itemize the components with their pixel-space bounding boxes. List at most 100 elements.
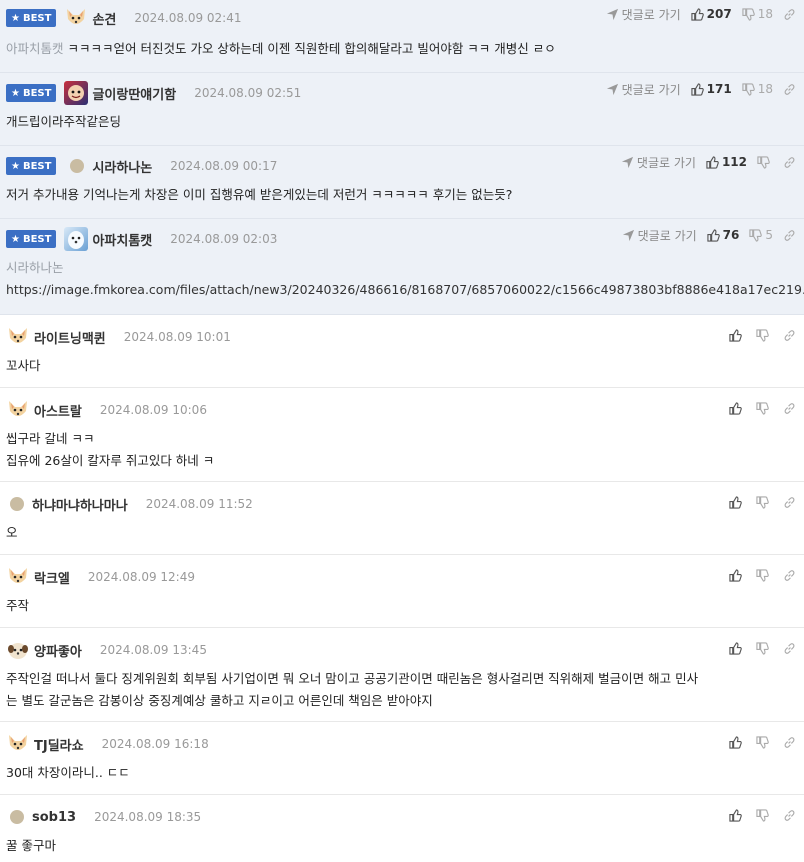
thumbs-up-icon[interactable] xyxy=(729,328,742,342)
upvote-count: 112 xyxy=(721,155,747,169)
best-badge-label: BEST xyxy=(22,12,52,24)
upvote-button[interactable]: 207 xyxy=(691,7,732,21)
avatar[interactable] xyxy=(64,227,89,251)
downvote-button[interactable]: 18 xyxy=(742,7,773,21)
link-icon[interactable] xyxy=(783,569,796,582)
thumbs-up-icon[interactable] xyxy=(729,495,742,509)
thumbs-up-icon[interactable] xyxy=(729,808,742,822)
character-avatar-icon xyxy=(68,85,85,101)
comment-link-text[interactable]: https://image.fmkorea.com/files/attach/n… xyxy=(6,279,804,301)
upvote-button[interactable]: 171 xyxy=(691,82,732,96)
downvote-count: 5 xyxy=(765,228,773,242)
downvote-count: 18 xyxy=(757,7,773,21)
thumbs-down-icon[interactable] xyxy=(756,328,769,342)
fox-avatar-icon xyxy=(9,328,27,343)
avatar[interactable] xyxy=(6,398,30,422)
reply-link[interactable]: 댓글로 가기 xyxy=(606,6,681,23)
thumbs-up-icon[interactable] xyxy=(729,401,742,415)
nickname[interactable]: 양파좋아 xyxy=(34,641,82,660)
avatar[interactable] xyxy=(10,810,24,824)
reply-link-label: 댓글로 가기 xyxy=(621,82,681,97)
thumbs-up-icon xyxy=(707,228,720,242)
link-icon[interactable] xyxy=(783,642,796,655)
best-comment-list: ★ BEST 손견 2024.08.09 02:41 댓글로 가기 207 18 … xyxy=(0,0,804,315)
thumbs-up-icon[interactable] xyxy=(729,735,742,749)
thumbs-up-icon xyxy=(691,82,704,96)
nickname[interactable]: sob13 xyxy=(32,810,76,825)
comment-item: 양파좋아 2024.08.09 13:45 주작인걸 떠나서 둘다 징계위원회 … xyxy=(0,628,804,722)
thumbs-up-icon[interactable] xyxy=(729,641,742,655)
quoted-nickname[interactable]: 시라하나논 xyxy=(6,257,798,279)
nickname[interactable]: 시라하나논 xyxy=(92,157,152,176)
reply-link[interactable]: 댓글로 가기 xyxy=(606,81,681,98)
quoted-nickname[interactable]: 아파치톰캣 xyxy=(6,41,64,56)
comment-text: 씹구라 갈네 ㅋㅋ xyxy=(6,431,95,446)
thumbs-down-icon[interactable] xyxy=(756,641,769,655)
thumbs-down-icon[interactable] xyxy=(756,568,769,582)
avatar[interactable] xyxy=(70,159,85,173)
thumbs-down-icon[interactable] xyxy=(756,495,769,509)
avatar[interactable] xyxy=(64,81,89,105)
avatar[interactable] xyxy=(64,6,88,30)
thumbs-up-icon xyxy=(706,155,719,169)
fox-avatar-icon xyxy=(9,735,27,750)
downvote-button[interactable] xyxy=(757,155,773,169)
downvote-button[interactable]: 18 xyxy=(742,82,773,96)
thumbs-up-icon[interactable] xyxy=(729,568,742,582)
comment-date: 2024.08.09 16:18 xyxy=(101,737,209,751)
avatar[interactable] xyxy=(6,638,30,662)
link-icon[interactable] xyxy=(783,496,796,509)
star-icon: ★ xyxy=(11,160,20,172)
reply-link[interactable]: 댓글로 가기 xyxy=(622,227,697,244)
nickname[interactable]: 아파치톰캣 xyxy=(92,230,152,249)
nickname[interactable]: 락크엘 xyxy=(34,568,70,587)
link-icon[interactable] xyxy=(783,809,796,822)
comment-date: 2024.08.09 00:17 xyxy=(170,159,278,173)
thumbs-down-icon xyxy=(742,7,755,21)
nickname[interactable]: 손견 xyxy=(92,9,116,28)
upvote-button[interactable]: 76 xyxy=(707,228,739,242)
comment-date: 2024.08.09 10:06 xyxy=(99,403,207,417)
comment-text: 꼬사다 xyxy=(6,358,41,373)
comment-item: TJ딜라쇼 2024.08.09 16:18 30대 차장이라니.. ㄷㄷ xyxy=(0,722,804,795)
comment-date: 2024.08.09 13:45 xyxy=(99,643,207,657)
thumbs-down-icon[interactable] xyxy=(756,735,769,749)
avatar[interactable] xyxy=(6,325,30,349)
comment-date: 2024.08.09 11:52 xyxy=(145,497,253,511)
downvote-button[interactable]: 5 xyxy=(749,228,773,242)
link-icon[interactable] xyxy=(783,329,796,342)
thumbs-down-icon[interactable] xyxy=(756,808,769,822)
upvote-count: 171 xyxy=(706,82,732,96)
link-icon xyxy=(784,8,795,20)
downvote-count: 18 xyxy=(757,82,773,96)
comment-date: 2024.08.09 02:03 xyxy=(170,232,278,246)
nickname[interactable]: TJ딜라쇼 xyxy=(34,735,84,754)
nickname[interactable]: 라이트닝맥퀸 xyxy=(34,328,106,347)
upvote-count: 207 xyxy=(706,7,732,21)
comment-item: sob13 2024.08.09 18:35 꿀 좋구마 xyxy=(0,795,804,862)
avatar[interactable] xyxy=(10,497,24,511)
nickname[interactable]: 아스트랄 xyxy=(34,401,82,420)
avatar[interactable] xyxy=(6,732,30,756)
link-icon[interactable] xyxy=(783,402,796,415)
link-button[interactable] xyxy=(783,83,796,96)
thumbs-down-icon[interactable] xyxy=(756,401,769,415)
nickname[interactable]: 하냐마냐하나마나 xyxy=(32,495,128,514)
best-comment: ★ BEST 손견 2024.08.09 02:41 댓글로 가기 207 18 … xyxy=(0,0,804,73)
arrow-icon xyxy=(621,156,633,168)
comment-list: 라이트닝맥퀸 2024.08.09 10:01 꼬사다 아스트랄 2024.08… xyxy=(0,315,804,862)
link-button[interactable] xyxy=(783,8,796,21)
link-button[interactable] xyxy=(783,229,796,242)
reply-link[interactable]: 댓글로 가기 xyxy=(621,154,696,171)
link-button[interactable] xyxy=(783,156,796,169)
comment-text: 꿀 좋구마 xyxy=(6,838,56,853)
comment-text: 오 xyxy=(6,525,18,540)
comment-item: 하냐마냐하나마나 2024.08.09 11:52 오 xyxy=(0,482,804,555)
link-icon[interactable] xyxy=(783,736,796,749)
star-icon: ★ xyxy=(11,233,20,245)
best-badge: ★ BEST xyxy=(6,230,57,248)
avatar[interactable] xyxy=(6,565,30,589)
nickname[interactable]: 글이랑딴얘기함 xyxy=(92,84,176,103)
link-icon xyxy=(784,229,795,241)
upvote-button[interactable]: 112 xyxy=(706,155,747,169)
